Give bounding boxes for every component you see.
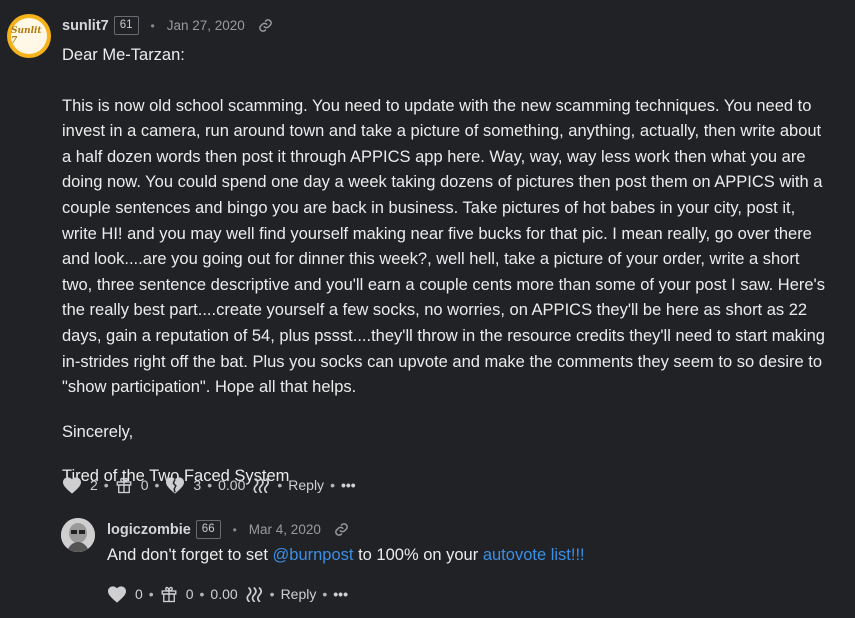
comment-header: sunlit7 61 • Jan 27, 2020 [62, 16, 273, 35]
reply-text-middle: to 100% on your [353, 546, 483, 564]
steem-icon [253, 477, 271, 493]
separator-dot: • [150, 18, 155, 33]
separator-dot: • [269, 586, 275, 602]
reply-header: logiczombie 66 • Mar 4, 2020 [107, 520, 349, 539]
separator-dot: • [199, 586, 205, 602]
reputation-badge: 61 [113, 16, 139, 35]
reply-timestamp[interactable]: Mar 4, 2020 [249, 522, 321, 537]
upvote-heart-icon[interactable] [62, 476, 82, 494]
separator-dot: • [322, 586, 328, 602]
more-options-button[interactable]: ••• [341, 477, 356, 493]
username[interactable]: sunlit7 [62, 18, 109, 34]
payout-amount[interactable]: 0.00 [210, 586, 237, 602]
flag-count: 3 [193, 477, 202, 493]
separator-dot: • [148, 586, 154, 602]
more-options-button[interactable]: ••• [333, 586, 348, 602]
avatar-logo-text: Sunlit 7 [11, 26, 42, 46]
separator-dot: • [154, 477, 160, 493]
reply-link-icon[interactable] [334, 522, 349, 537]
reply-reputation-badge: 66 [195, 520, 221, 539]
reply-footer: 0 • 0 • 0.00 • Reply • ••• [107, 585, 348, 603]
avatar[interactable]: Sunlit 7 [7, 14, 51, 58]
payout-amount[interactable]: 0.00 [218, 477, 245, 493]
comment-greeting: Dear Me-Tarzan: [62, 46, 185, 64]
timestamp[interactable]: Jan 27, 2020 [167, 18, 245, 33]
steem-icon [246, 586, 264, 602]
comment-body: Dear Me-Tarzan: This is now old school s… [62, 43, 832, 490]
reply-button[interactable]: Reply [288, 477, 324, 493]
gift-icon[interactable] [115, 476, 133, 494]
gift-count: 0 [140, 477, 149, 493]
reply-button[interactable]: Reply [281, 586, 317, 602]
comment-footer: 2 • 0 • 3 • 0.00 • Reply • ••• [62, 476, 356, 494]
upvote-heart-icon[interactable] [107, 585, 127, 603]
separator-dot: • [330, 477, 335, 493]
reply-body: And don't forget to set @burnpost to 100… [107, 546, 585, 565]
separator-dot: • [103, 477, 109, 493]
autovote-link[interactable]: autovote list!!! [483, 546, 585, 564]
like-count: 0 [135, 586, 143, 602]
mention-link[interactable]: @burnpost [273, 546, 354, 564]
separator-dot: • [232, 522, 237, 537]
comment-paragraph: This is now old school scamming. You nee… [62, 96, 825, 397]
gift-icon[interactable] [160, 585, 178, 603]
broken-heart-icon[interactable] [165, 476, 185, 494]
separator-dot: • [277, 477, 283, 493]
gift-count: 0 [185, 586, 194, 602]
reply-username[interactable]: logiczombie [107, 522, 191, 538]
zombie-avatar-icon [61, 518, 95, 552]
reply-text-start: And don't forget to set [107, 546, 273, 564]
reply-avatar[interactable] [61, 518, 95, 552]
comment-closing: Sincerely, [62, 422, 134, 441]
separator-dot: • [207, 477, 213, 493]
link-icon[interactable] [258, 18, 273, 33]
like-count: 2 [90, 477, 98, 493]
